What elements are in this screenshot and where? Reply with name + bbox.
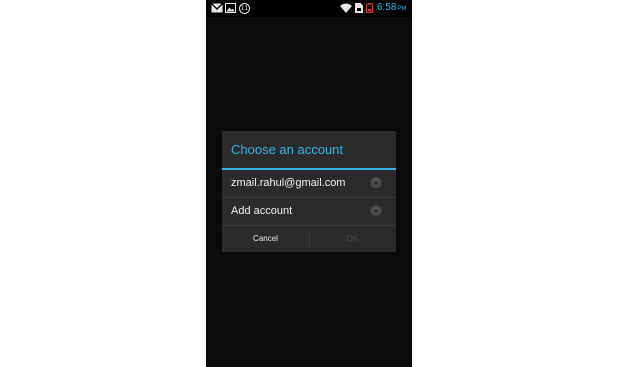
ok-button[interactable]: OK	[309, 226, 396, 252]
account-option-label: zmail.rahul@gmail.com	[231, 177, 346, 189]
wifi-icon	[340, 3, 352, 13]
image-icon	[225, 3, 236, 13]
status-clock: 6:58PM	[377, 2, 406, 15]
account-option-gmail[interactable]: zmail.rahul@gmail.com	[222, 170, 396, 197]
notification-count-badge: 11	[239, 3, 250, 14]
battery-icon	[366, 3, 373, 13]
dialog-button-bar: Cancel OK	[222, 226, 396, 252]
clock-ampm: PM	[397, 6, 407, 12]
radio-button-icon[interactable]	[369, 176, 383, 190]
mail-icon	[211, 3, 223, 13]
dialog-title: Choose an account	[231, 142, 344, 157]
account-option-label: Add account	[231, 205, 293, 217]
clock-time: 6:58	[377, 2, 397, 13]
choose-account-dialog: Choose an account zmail.rahul@gmail.com …	[222, 131, 396, 252]
sim-card-icon	[355, 3, 363, 13]
radio-button-icon[interactable]	[369, 204, 383, 218]
status-bar: 11 6:58PM	[206, 0, 412, 17]
add-account-option[interactable]: Add account	[222, 198, 396, 225]
cancel-button[interactable]: Cancel	[222, 226, 309, 252]
